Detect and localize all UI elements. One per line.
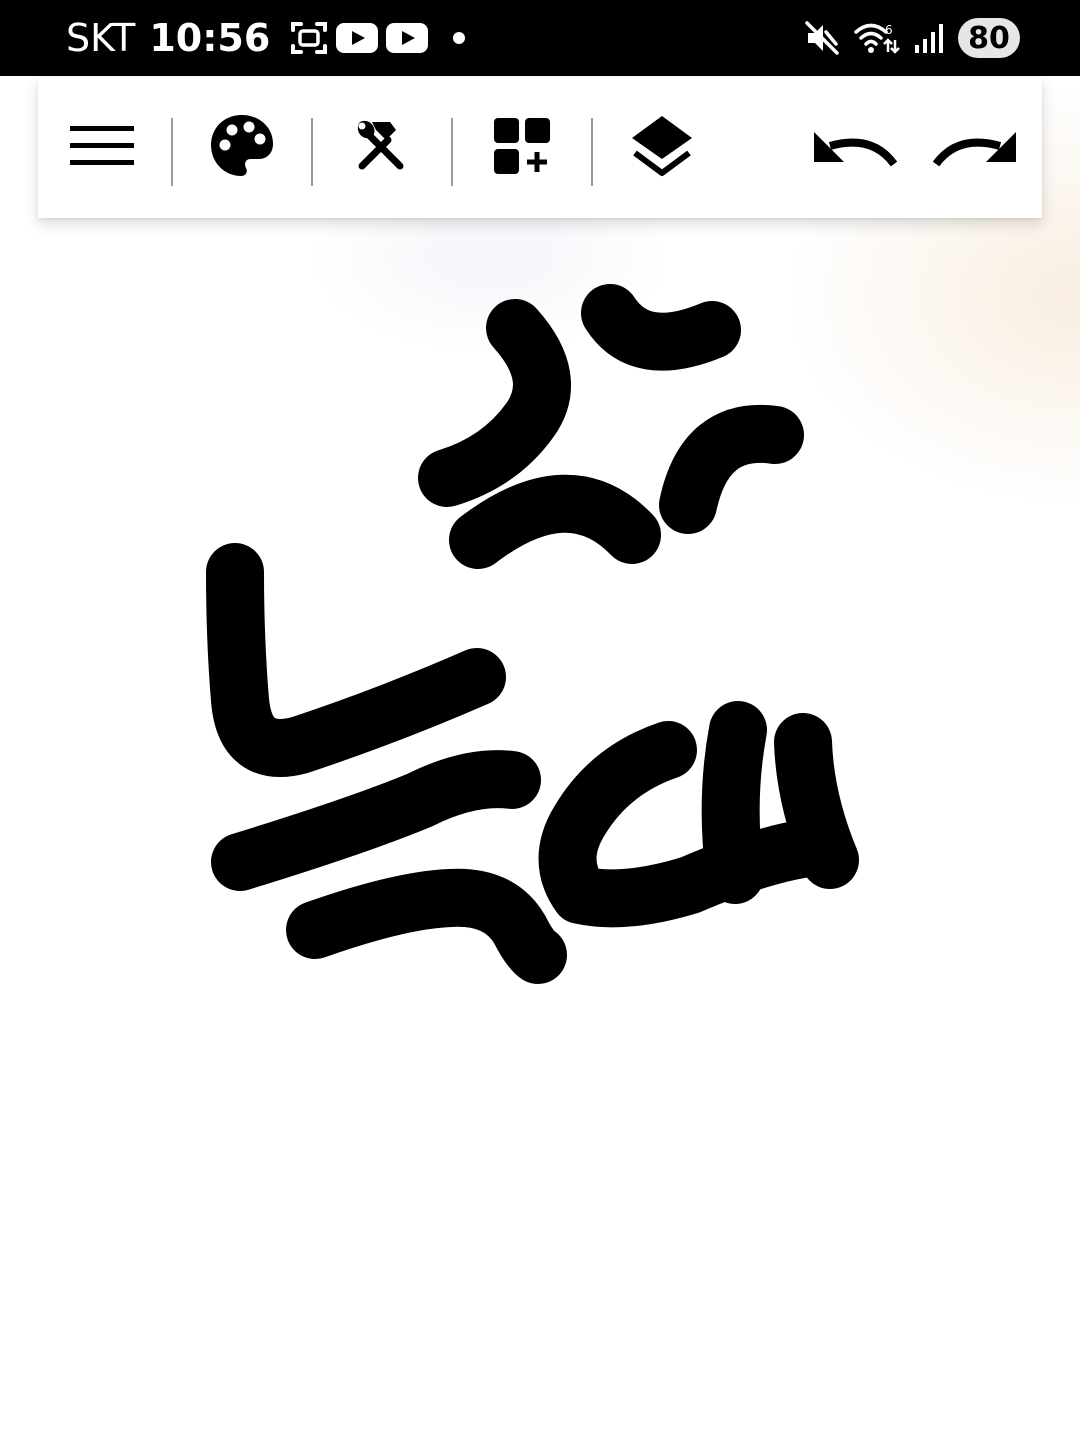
undo-icon [812, 124, 898, 172]
tools-button[interactable] [342, 108, 422, 188]
menu-button[interactable] [62, 108, 142, 188]
youtube-icon [386, 23, 429, 53]
brush-stroke [286, 868, 567, 984]
status-bar-right: 6 80 [804, 0, 1020, 76]
carrier-label: SKT [66, 16, 136, 60]
redo-button[interactable] [930, 108, 1020, 188]
toolbar-divider [311, 118, 313, 186]
layers-button[interactable] [622, 108, 702, 188]
drawing-toolbar [38, 78, 1042, 218]
layers-icon [629, 113, 695, 183]
tools-icon [352, 116, 412, 180]
toolbar-divider [591, 118, 593, 186]
drawing-strokes [206, 284, 859, 984]
palette-button[interactable] [202, 108, 282, 188]
youtube-icon [336, 23, 379, 53]
brush-stroke [701, 701, 767, 904]
brush-stroke [538, 721, 837, 928]
toolbar-divider [451, 118, 453, 186]
app-screen: SKT 10:56 6 80 [0, 0, 1080, 1440]
add-widget-icon [492, 116, 552, 180]
signal-icon [914, 21, 944, 55]
redo-icon [932, 124, 1018, 172]
brush-stroke [659, 404, 804, 534]
wifi-icon: 6 [854, 20, 900, 56]
brush-stroke [418, 299, 571, 507]
brush-stroke [581, 284, 741, 371]
drawing-canvas[interactable] [0, 76, 1080, 1440]
clock: 10:56 [149, 16, 271, 60]
brush-stroke [449, 474, 661, 569]
dot-icon [452, 31, 466, 45]
brush-stroke [206, 543, 506, 777]
mute-icon [804, 20, 840, 56]
svg-text:6: 6 [885, 23, 893, 37]
screenshot-icon [290, 19, 328, 57]
brush-stroke [774, 713, 859, 889]
hamburger-menu-icon [70, 124, 134, 172]
undo-button[interactable] [810, 108, 900, 188]
status-bar: SKT 10:56 6 80 [0, 0, 1080, 76]
palette-icon [209, 113, 275, 183]
add-widget-button[interactable] [482, 108, 562, 188]
toolbar-divider [171, 118, 173, 186]
battery-indicator: 80 [958, 18, 1020, 58]
brush-stroke [211, 750, 541, 891]
status-bar-left: SKT 10:56 [66, 0, 466, 76]
